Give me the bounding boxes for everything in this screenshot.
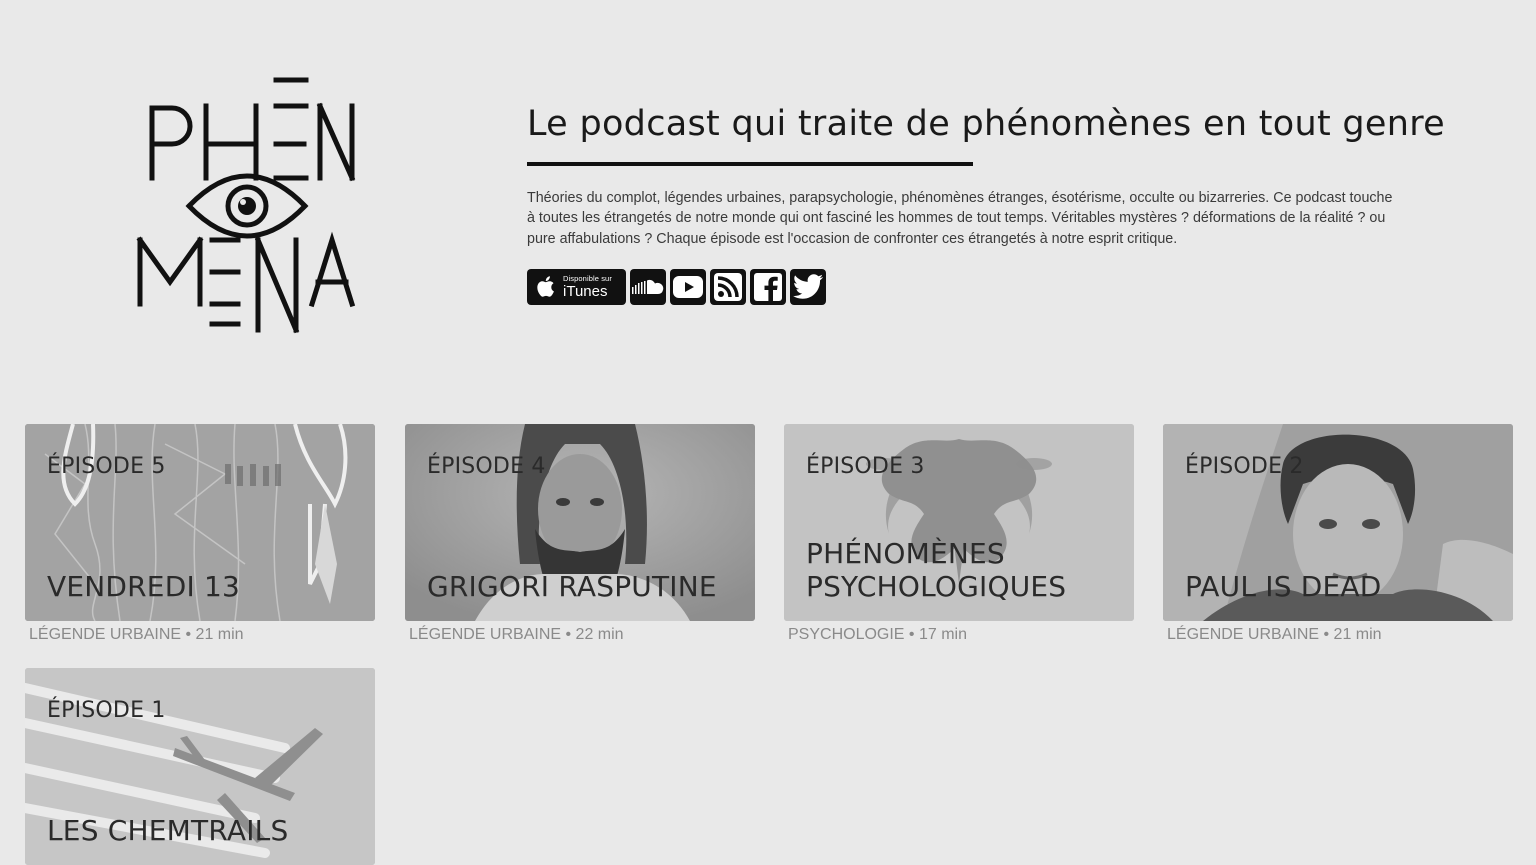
episode-category: PSYCHOLOGIE bbox=[788, 626, 905, 643]
itunes-button[interactable]: Disponible sur iTunes bbox=[527, 268, 626, 305]
episode-thumbnail[interactable]: ÉPISODE 3 PHÉNOMÈNES PSYCHOLOGIQUES bbox=[784, 424, 1134, 621]
episode-thumbnail[interactable]: ÉPISODE 2 PAUL IS DEAD bbox=[1163, 424, 1513, 621]
meta-separator: • bbox=[1319, 626, 1334, 643]
episode-category: LÉGENDE URBAINE bbox=[409, 626, 562, 643]
episode-card[interactable]: ÉPISODE 2 PAUL IS DEAD LÉGENDE URBAINE •… bbox=[1163, 424, 1513, 644]
episode-card[interactable]: ÉPISODE 5 VENDREDI 13 LÉGENDE URBAINE • … bbox=[25, 424, 375, 644]
twitter-icon bbox=[793, 274, 823, 300]
episode-number: ÉPISODE 1 bbox=[47, 698, 166, 723]
twitter-button[interactable] bbox=[790, 268, 826, 305]
episode-title: PAUL IS DEAD bbox=[1185, 570, 1382, 603]
facebook-icon bbox=[754, 272, 782, 301]
episode-title: LES CHEMTRAILS bbox=[47, 814, 289, 847]
title-divider bbox=[527, 162, 973, 166]
episode-card[interactable]: ÉPISODE 3 PHÉNOMÈNES PSYCHOLOGIQUES PSYC… bbox=[784, 424, 1134, 644]
episode-duration: 17 min bbox=[918, 626, 968, 643]
facebook-button[interactable] bbox=[750, 268, 786, 305]
soundcloud-button[interactable] bbox=[630, 268, 666, 305]
episode-duration: 21 min bbox=[1333, 626, 1382, 643]
rss-button[interactable] bbox=[710, 268, 746, 305]
page-title: Le podcast qui traite de phénomènes en t… bbox=[527, 104, 1445, 144]
episode-meta: LÉGENDE URBAINE • 22 min bbox=[405, 626, 755, 644]
youtube-button[interactable] bbox=[670, 268, 706, 305]
episode-card[interactable]: ÉPISODE 1 LES CHEMTRAILS bbox=[25, 668, 375, 865]
podcast-intro: Le podcast qui traite de phénomènes en t… bbox=[527, 100, 1445, 305]
episode-card[interactable]: ÉPISODE 4 GRIGORI RASPUTINE LÉGENDE URBA… bbox=[405, 424, 755, 644]
apple-icon bbox=[535, 275, 555, 298]
meta-separator: • bbox=[561, 626, 576, 643]
itunes-big-text: iTunes bbox=[563, 282, 608, 300]
podcast-description: Théories du complot, légendes urbaines, … bbox=[527, 190, 1393, 247]
social-links: Disponible sur iTunes bbox=[527, 268, 1407, 305]
episode-number: ÉPISODE 5 bbox=[47, 454, 166, 479]
episode-meta: LÉGENDE URBAINE • 21 min bbox=[25, 626, 375, 644]
episode-meta: LÉGENDE URBAINE • 21 min bbox=[1163, 626, 1513, 644]
episode-title: GRIGORI RASPUTINE bbox=[427, 570, 717, 603]
phenomena-logo bbox=[136, 77, 356, 334]
youtube-icon bbox=[673, 275, 703, 298]
episode-category: LÉGENDE URBAINE bbox=[1167, 626, 1320, 643]
episode-meta: PSYCHOLOGIE • 17 min bbox=[784, 626, 1134, 644]
soundcloud-icon bbox=[632, 279, 664, 295]
episode-number: ÉPISODE 4 bbox=[427, 454, 546, 479]
episode-duration: 22 min bbox=[575, 626, 624, 643]
meta-separator: • bbox=[181, 626, 196, 643]
meta-separator: • bbox=[904, 626, 919, 643]
episode-category: LÉGENDE URBAINE bbox=[29, 626, 182, 643]
episode-thumbnail[interactable]: ÉPISODE 1 LES CHEMTRAILS bbox=[25, 668, 375, 865]
rss-icon bbox=[714, 272, 742, 301]
itunes-label: Disponible sur iTunes bbox=[563, 275, 612, 299]
logo[interactable] bbox=[136, 76, 358, 334]
episode-thumbnail[interactable]: ÉPISODE 4 GRIGORI RASPUTINE bbox=[405, 424, 755, 621]
episode-number: ÉPISODE 2 bbox=[1185, 454, 1304, 479]
episode-title: PHÉNOMÈNES PSYCHOLOGIQUES bbox=[806, 537, 1067, 603]
episode-number: ÉPISODE 3 bbox=[806, 454, 925, 479]
itunes-small-text: Disponible sur bbox=[563, 274, 612, 284]
episode-duration: 21 min bbox=[195, 626, 244, 643]
episode-title: VENDREDI 13 bbox=[47, 570, 241, 603]
episode-thumbnail[interactable]: ÉPISODE 5 VENDREDI 13 bbox=[25, 424, 375, 621]
